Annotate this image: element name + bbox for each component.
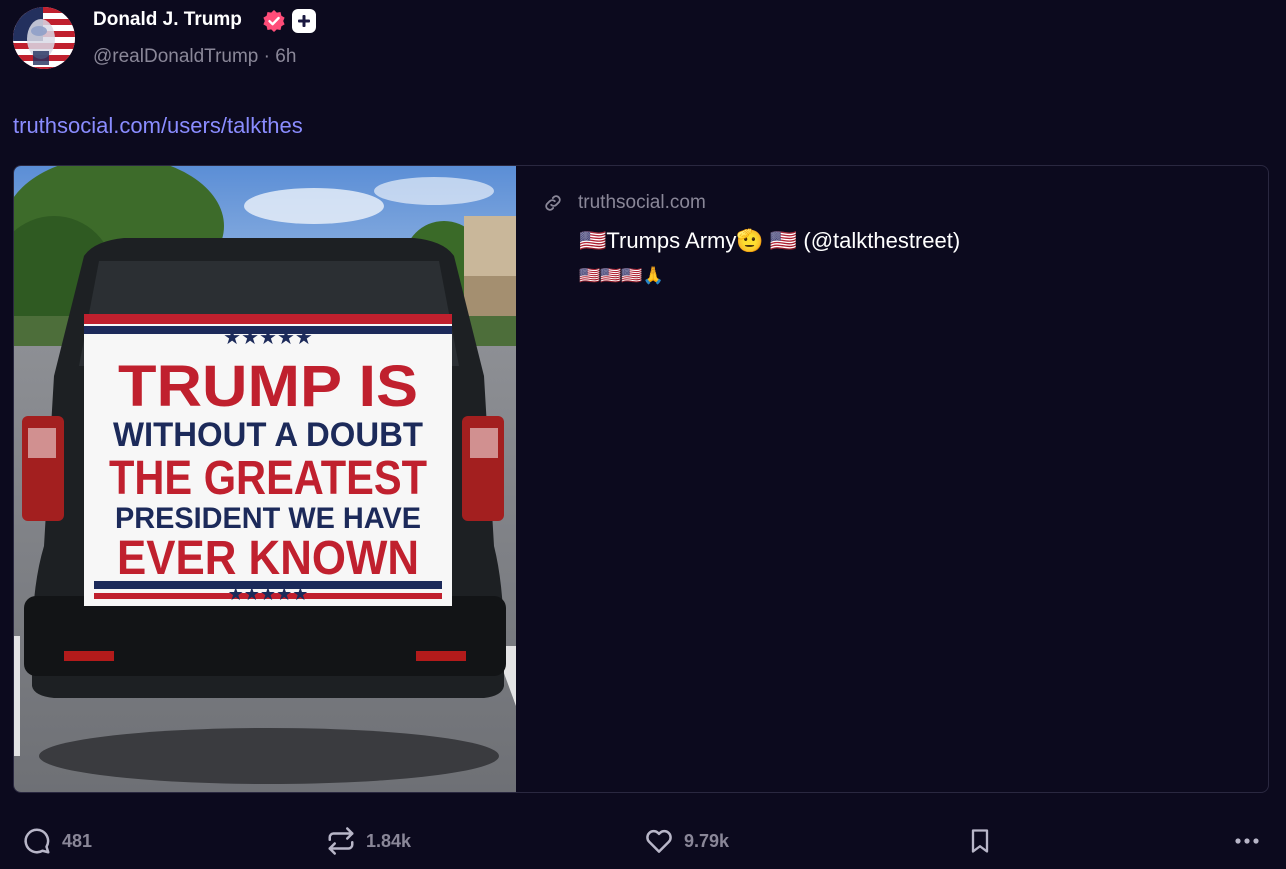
more-button[interactable]	[1232, 826, 1262, 856]
post: Donald J. Trump @realDonaldTrump · 6h tr…	[0, 0, 1286, 869]
link-icon	[542, 192, 564, 214]
bookmark-button[interactable]	[966, 826, 994, 856]
plus-badge-icon	[292, 9, 316, 33]
retruth-button[interactable]: 1.84k	[326, 826, 411, 856]
heart-icon	[644, 826, 674, 856]
card-domain: truthsocial.com	[578, 192, 706, 213]
avatar[interactable]	[13, 7, 75, 69]
sign-line-5: EVER KNOWN	[117, 532, 419, 585]
reply-button[interactable]: 481	[22, 826, 92, 856]
separator: ·	[263, 46, 270, 67]
retruth-count: 1.84k	[366, 830, 412, 851]
sign-line-1: TRUMP IS	[118, 354, 418, 419]
like-count: 9.79k	[684, 830, 730, 851]
sign-line-2: WITHOUT A DOUBT	[113, 416, 423, 454]
timestamp[interactable]: 6h	[275, 46, 296, 67]
bookmark-icon	[966, 826, 994, 856]
card-meta: truthsocial.com	[542, 192, 706, 214]
card-description: 🇺🇸🇺🇸🇺🇸🙏	[579, 266, 664, 285]
card-title: 🇺🇸Trumps Army🫡 🇺🇸 (@talkthestreet)	[579, 228, 961, 253]
more-icon	[1232, 826, 1262, 856]
card-image[interactable]: ★★★★★ ★★★★★ TRUMP IS WITHOUT A DOUBT THE…	[14, 166, 516, 792]
svg-text:★★★★★: ★★★★★	[228, 584, 309, 605]
domain-row: truthsocial.com	[542, 192, 706, 214]
action-bar: 481 1.84k 9.79k	[0, 818, 1286, 864]
verified-badge-icon	[262, 9, 286, 33]
like-button[interactable]: 9.79k	[644, 826, 729, 856]
link-preview-card[interactable]: ★★★★★ ★★★★★ TRUMP IS WITHOUT A DOUBT THE…	[13, 165, 1269, 793]
svg-text:★★★★★: ★★★★★	[223, 325, 313, 349]
post-link[interactable]: truthsocial.com/users/talkthes	[13, 113, 303, 139]
handle-line: @realDonaldTrump · 6h	[93, 46, 296, 68]
sign-line-3: THE GREATEST	[109, 452, 427, 505]
handle[interactable]: @realDonaldTrump	[93, 46, 258, 67]
reply-icon	[22, 826, 52, 856]
retruth-icon	[326, 826, 356, 856]
sign-line-4: PRESIDENT WE HAVE	[115, 502, 421, 535]
reply-count: 481	[62, 830, 93, 851]
display-name[interactable]: Donald J. Trump	[93, 9, 242, 31]
